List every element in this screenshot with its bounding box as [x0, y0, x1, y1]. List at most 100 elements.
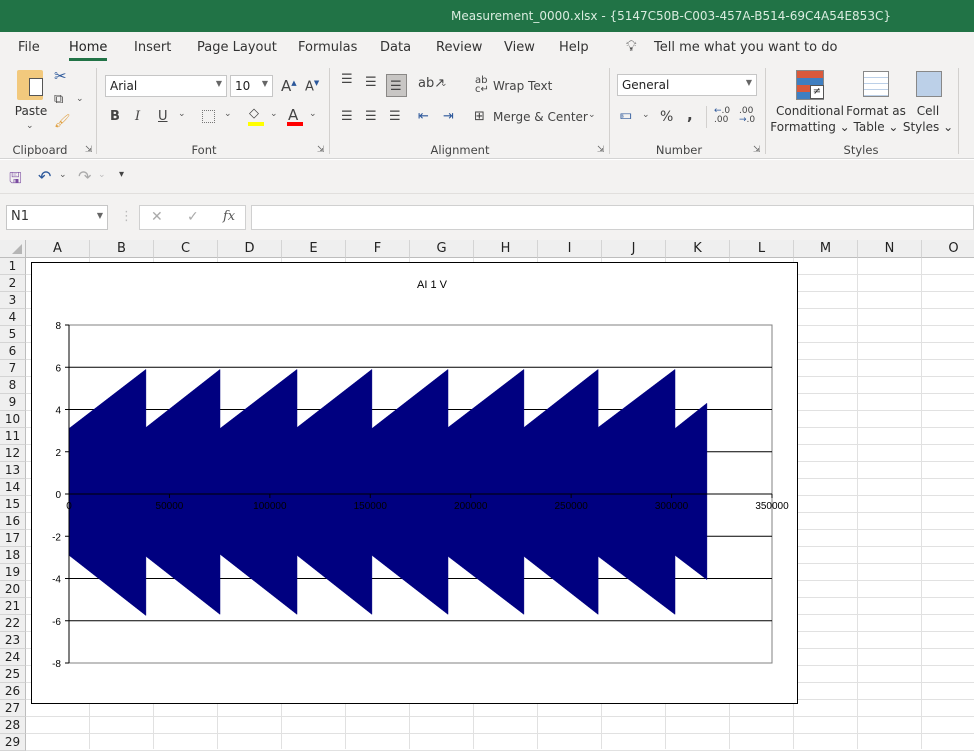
- column-header-L[interactable]: L: [730, 240, 794, 258]
- increase-indent-icon[interactable]: ⇥: [443, 109, 454, 124]
- row-header-26[interactable]: 26: [0, 683, 26, 700]
- row-header-9[interactable]: 9: [0, 394, 26, 411]
- conditional-formatting-button[interactable]: Conditional Formatting ⌄: [770, 103, 849, 135]
- column-header-E[interactable]: E: [282, 240, 346, 258]
- enter-icon[interactable]: ✓: [187, 209, 199, 225]
- select-all-button[interactable]: [0, 240, 26, 258]
- row-header-1[interactable]: 1: [0, 258, 26, 275]
- font-size-combo[interactable]: 10 ▼: [230, 75, 273, 97]
- row-header-21[interactable]: 21: [0, 598, 26, 615]
- percent-style-button[interactable]: %: [660, 109, 673, 125]
- wrap-text-icon[interactable]: ab c↵: [475, 76, 489, 95]
- tab-file[interactable]: File: [18, 40, 40, 55]
- merge-center-button[interactable]: Merge & Center: [493, 110, 588, 124]
- tab-home[interactable]: Home: [69, 40, 108, 61]
- number-format-combo[interactable]: General ▼: [617, 74, 757, 96]
- copy-chevron-icon[interactable]: ⌄: [76, 94, 84, 104]
- borders-chevron-icon[interactable]: ⌄: [224, 109, 232, 119]
- copy-icon[interactable]: ⧉: [54, 92, 63, 107]
- column-header-G[interactable]: G: [410, 240, 474, 258]
- row-header-17[interactable]: 17: [0, 530, 26, 547]
- paste-button[interactable]: Paste: [15, 103, 47, 119]
- column-header-B[interactable]: B: [90, 240, 154, 258]
- font-color-chevron-icon[interactable]: ⌄: [309, 109, 317, 119]
- row-header-5[interactable]: 5: [0, 326, 26, 343]
- row-header-10[interactable]: 10: [0, 411, 26, 428]
- row-header-2[interactable]: 2: [0, 275, 26, 292]
- cut-icon[interactable]: ✂: [54, 67, 67, 85]
- paste-chevron-icon[interactable]: ⌄: [26, 121, 34, 131]
- number-launcher-icon[interactable]: ⇲: [753, 145, 761, 155]
- row-header-18[interactable]: 18: [0, 547, 26, 564]
- orientation-chevron-icon[interactable]: ⌄: [440, 79, 448, 89]
- save-icon[interactable]: 🖫: [9, 168, 22, 193]
- row-header-3[interactable]: 3: [0, 292, 26, 309]
- tab-help[interactable]: Help: [559, 40, 589, 55]
- column-header-O[interactable]: O: [922, 240, 974, 258]
- tab-view[interactable]: View: [504, 40, 535, 55]
- row-header-13[interactable]: 13: [0, 462, 26, 479]
- row-header-23[interactable]: 23: [0, 632, 26, 649]
- redo-icon[interactable]: ↷: [78, 167, 91, 186]
- insert-function-icon[interactable]: fx: [223, 209, 235, 224]
- column-header-J[interactable]: J: [602, 240, 666, 258]
- align-center-icon[interactable]: ☰: [365, 109, 377, 124]
- row-header-24[interactable]: 24: [0, 649, 26, 666]
- align-bottom-button[interactable]: ☰: [386, 74, 407, 97]
- column-header-F[interactable]: F: [346, 240, 410, 258]
- format-as-table-icon[interactable]: [863, 71, 889, 97]
- column-header-N[interactable]: N: [858, 240, 922, 258]
- tab-page-layout[interactable]: Page Layout: [197, 40, 277, 55]
- cancel-icon[interactable]: ✕: [151, 209, 163, 225]
- tab-review[interactable]: Review: [436, 40, 482, 55]
- align-right-icon[interactable]: ☰: [389, 109, 401, 124]
- row-header-19[interactable]: 19: [0, 564, 26, 581]
- cell-styles-icon[interactable]: [916, 71, 942, 97]
- accounting-format-icon[interactable]: 💵︎: [620, 108, 632, 123]
- row-header-4[interactable]: 4: [0, 309, 26, 326]
- row-header-22[interactable]: 22: [0, 615, 26, 632]
- customize-qat-icon[interactable]: ▾: [119, 169, 124, 180]
- row-header-14[interactable]: 14: [0, 479, 26, 496]
- row-header-20[interactable]: 20: [0, 581, 26, 598]
- formula-input[interactable]: [251, 205, 974, 230]
- wrap-text-button[interactable]: Wrap Text: [493, 79, 552, 93]
- alignment-launcher-icon[interactable]: ⇲: [597, 145, 605, 155]
- underline-chevron-icon[interactable]: ⌄: [178, 109, 186, 119]
- underline-button[interactable]: U: [158, 109, 168, 124]
- paste-icon[interactable]: [17, 70, 43, 100]
- increase-decimal-button[interactable]: ←.0.00: [714, 107, 730, 125]
- chart[interactable]: -8 -6 -4 -2 0 2 4 6 8 0 50000 100000 150000 200000 250…: [31, 262, 798, 704]
- conditional-formatting-icon[interactable]: ≠: [796, 70, 824, 100]
- align-middle-icon[interactable]: ☰: [365, 75, 377, 90]
- row-header-16[interactable]: 16: [0, 513, 26, 530]
- row-header-6[interactable]: 6: [0, 343, 26, 360]
- tab-data[interactable]: Data: [380, 40, 411, 55]
- column-header-K[interactable]: K: [666, 240, 730, 258]
- row-header-11[interactable]: 11: [0, 428, 26, 445]
- increase-font-size-icon[interactable]: A▲: [281, 77, 297, 95]
- decrease-font-size-icon[interactable]: A▼: [305, 79, 319, 94]
- italic-button[interactable]: I: [135, 109, 140, 124]
- clipboard-launcher-icon[interactable]: ⇲: [85, 145, 93, 155]
- row-header-25[interactable]: 25: [0, 666, 26, 683]
- column-header-I[interactable]: I: [538, 240, 602, 258]
- row-header-7[interactable]: 7: [0, 360, 26, 377]
- format-as-table-button[interactable]: Format as Table ⌄: [846, 103, 906, 135]
- font-launcher-icon[interactable]: ⇲: [317, 145, 325, 155]
- drag-handle-icon[interactable]: ⋮: [120, 209, 133, 224]
- row-header-8[interactable]: 8: [0, 377, 26, 394]
- fill-color-icon[interactable]: ◇: [249, 106, 259, 121]
- fill-color-chevron-icon[interactable]: ⌄: [270, 109, 278, 119]
- tab-insert[interactable]: Insert: [134, 40, 171, 55]
- column-header-H[interactable]: H: [474, 240, 538, 258]
- name-box[interactable]: N1 ▼: [6, 205, 108, 230]
- align-top-icon[interactable]: ☰: [341, 72, 353, 87]
- row-header-12[interactable]: 12: [0, 445, 26, 462]
- redo-chevron-icon[interactable]: ⌄: [98, 170, 106, 180]
- cell-styles-button[interactable]: Cell Styles ⌄: [903, 103, 953, 135]
- merge-center-icon[interactable]: ⊞: [474, 109, 485, 124]
- tab-formulas[interactable]: Formulas: [298, 40, 357, 55]
- column-header-C[interactable]: C: [154, 240, 218, 258]
- font-name-combo[interactable]: Arial ▼: [105, 75, 227, 97]
